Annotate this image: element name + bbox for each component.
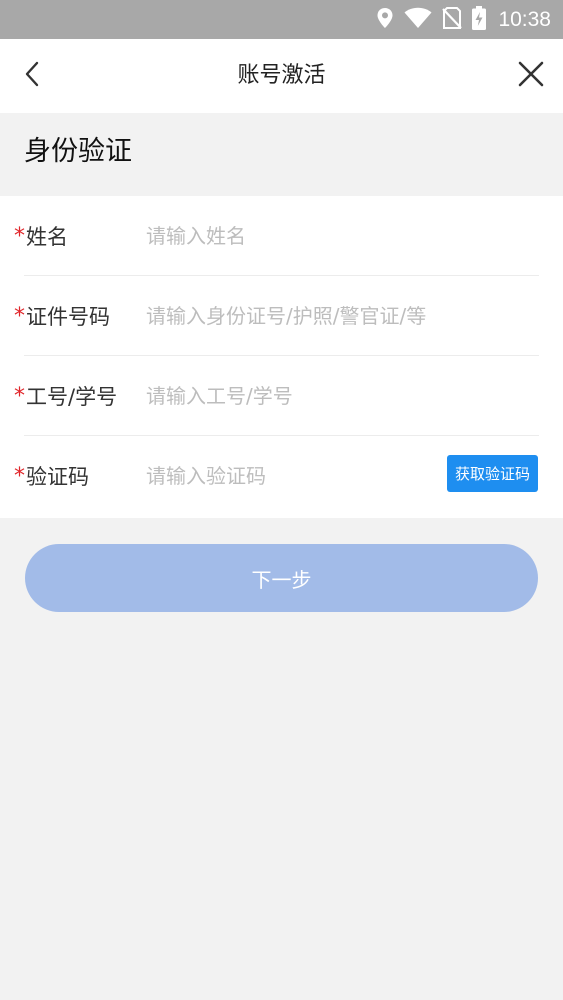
- required-mark: *: [14, 383, 25, 409]
- section-title: 身份验证: [24, 136, 132, 167]
- location-icon: [376, 7, 394, 33]
- staff-id-label-text: 工号/学号: [26, 385, 118, 409]
- id-number-input[interactable]: [146, 296, 526, 336]
- page-title: 账号激活: [237, 63, 326, 88]
- name-label: * 姓名: [14, 196, 68, 276]
- close-button[interactable]: [513, 58, 549, 94]
- status-icons: 10:38: [376, 0, 551, 39]
- form-row-name: * 姓名: [0, 196, 563, 276]
- no-sim-icon: [442, 6, 463, 33]
- identity-form: * 姓名 * 证件号码 * 工号/学号 * 验证码 获取验证码: [0, 196, 563, 518]
- name-label-text: 姓名: [26, 225, 68, 249]
- form-row-id-number: * 证件号码: [0, 276, 563, 356]
- verification-code-label-text: 验证码: [26, 465, 89, 489]
- required-mark: *: [14, 303, 25, 329]
- section-header: 身份验证: [0, 113, 563, 193]
- form-row-verification-code: * 验证码 获取验证码: [0, 436, 563, 516]
- required-mark: *: [14, 463, 25, 489]
- next-step-button[interactable]: 下一步: [25, 544, 538, 612]
- id-number-label: * 证件号码: [14, 276, 110, 356]
- staff-id-label: * 工号/学号: [14, 356, 117, 436]
- status-time: 10:38: [498, 7, 551, 31]
- required-mark: *: [14, 223, 25, 249]
- status-bar: 10:38: [0, 0, 563, 39]
- name-input[interactable]: [146, 216, 526, 256]
- close-icon: [518, 61, 544, 91]
- id-number-label-text: 证件号码: [26, 305, 110, 329]
- battery-charging-icon: [472, 5, 487, 34]
- nav-bar: 账号激活: [0, 39, 563, 113]
- wifi-icon: [404, 7, 432, 33]
- get-code-button[interactable]: 获取验证码: [447, 455, 538, 492]
- verification-code-input[interactable]: [146, 456, 426, 496]
- staff-id-input[interactable]: [146, 376, 526, 416]
- verification-code-label: * 验证码: [14, 436, 89, 516]
- form-row-staff-id: * 工号/学号: [0, 356, 563, 436]
